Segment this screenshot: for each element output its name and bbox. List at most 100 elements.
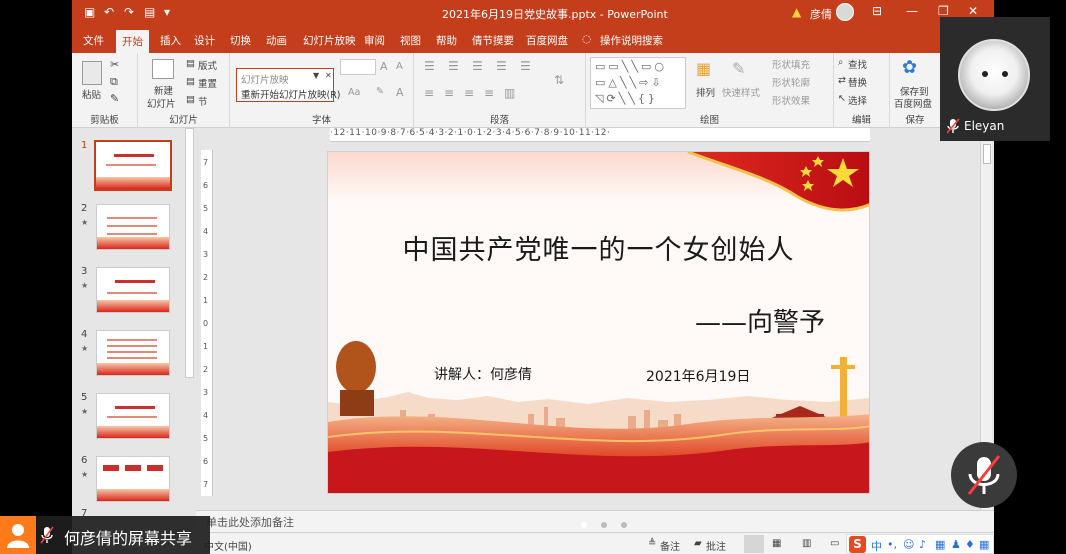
save-icon[interactable]: ▣ bbox=[84, 5, 95, 19]
voice-icon[interactable]: ♪ bbox=[919, 538, 926, 551]
dropdown-arrow-icon[interactable]: ▼ bbox=[313, 71, 319, 80]
font-color-icon[interactable]: A bbox=[396, 86, 404, 99]
baidu-netdisk-icon[interactable]: ✿ bbox=[902, 57, 917, 78]
replace-button[interactable]: 替换 bbox=[848, 75, 867, 89]
new-slide-icon[interactable] bbox=[152, 59, 174, 79]
arrange-button[interactable]: 排列 bbox=[696, 85, 715, 99]
increase-font-icon[interactable]: A bbox=[380, 60, 388, 73]
slide-thumbnail-5[interactable] bbox=[96, 393, 170, 439]
find-icon[interactable]: ⌕ bbox=[838, 57, 843, 68]
notes-pane[interactable]: 单击此处添加备注 bbox=[196, 510, 994, 532]
user-avatar[interactable] bbox=[836, 3, 854, 21]
save-to-label-2[interactable]: 百度网盘 bbox=[894, 96, 932, 110]
comments-icon[interactable]: ▰ bbox=[694, 538, 702, 549]
punctuation-icon[interactable]: •, bbox=[887, 538, 897, 551]
slide-title[interactable]: 中国共产党唯一的一个女创始人 bbox=[328, 228, 869, 267]
tab-animations[interactable]: 动画 bbox=[266, 33, 287, 48]
toolbox-icon[interactable]: ▦ bbox=[979, 538, 989, 551]
arrange-icon[interactable]: ▦ bbox=[696, 59, 711, 78]
tab-file[interactable]: 文件 bbox=[83, 33, 104, 48]
slide-date[interactable]: 2021年6月19日 bbox=[646, 366, 750, 386]
close-icon[interactable]: ✕ bbox=[968, 4, 978, 18]
align-center-icon[interactable]: ≡ bbox=[444, 86, 454, 100]
undo-icon[interactable]: ↶ bbox=[104, 5, 114, 19]
ime-mode[interactable]: 中 bbox=[871, 538, 882, 554]
slide-thumbnail-6[interactable] bbox=[96, 456, 170, 502]
shapes-row-1[interactable]: ▭▭╲╲▭○ bbox=[595, 60, 667, 73]
reading-view-icon[interactable]: ▥ bbox=[802, 538, 811, 549]
tell-me-search[interactable]: 操作说明搜索 bbox=[600, 33, 663, 48]
tab-home[interactable]: 开始 bbox=[116, 30, 149, 53]
notes-icon[interactable]: ≜ bbox=[648, 538, 656, 549]
new-slide-label-2[interactable]: 幻灯片 bbox=[147, 96, 176, 110]
tab-insert[interactable]: 插入 bbox=[160, 33, 181, 48]
font-size-box[interactable] bbox=[340, 59, 376, 75]
layout-icon[interactable]: ▤ bbox=[186, 58, 195, 69]
shape-effects-button[interactable]: 形状效果 bbox=[772, 93, 810, 107]
tab-view[interactable]: 视图 bbox=[400, 33, 421, 48]
section-button[interactable]: 节 bbox=[198, 94, 208, 108]
shape-fill-button[interactable]: 形状填充 bbox=[772, 57, 810, 71]
shapes-row-2[interactable]: ▭△╲╲⇨⇩ bbox=[595, 76, 664, 89]
align-left-icon[interactable]: ≡ bbox=[424, 86, 434, 100]
slide-thumbnail-4[interactable] bbox=[96, 330, 170, 376]
slideshow-view-icon[interactable]: ▭ bbox=[830, 538, 839, 549]
start-slideshow-icon[interactable]: ▤ bbox=[144, 5, 155, 19]
keyboard-icon[interactable]: ▦ bbox=[935, 538, 945, 551]
skin-icon[interactable]: ♦ bbox=[965, 538, 975, 551]
justify-icon[interactable]: ≡ bbox=[484, 86, 494, 100]
reset-icon[interactable]: ▤ bbox=[186, 76, 195, 87]
restart-slideshow-item[interactable]: 重新开始幻灯片放映(R) bbox=[241, 87, 341, 101]
slide-presenter[interactable]: 讲解人：何彦倩 bbox=[434, 364, 532, 384]
tab-summary[interactable]: 倩节摸要 bbox=[472, 33, 514, 48]
paste-icon[interactable] bbox=[82, 61, 102, 85]
align-right-icon[interactable]: ≡ bbox=[464, 86, 474, 100]
notes-button[interactable]: 备注 bbox=[660, 538, 680, 553]
tab-slideshow[interactable]: 幻灯片放映 bbox=[303, 33, 356, 48]
slide-thumbnail-3[interactable] bbox=[96, 267, 170, 313]
slide-subtitle[interactable]: ——向警予 bbox=[695, 302, 825, 339]
dropdown-close-icon[interactable]: ✕ bbox=[325, 71, 332, 80]
select-icon[interactable]: ↖ bbox=[838, 93, 846, 104]
tab-design[interactable]: 设计 bbox=[194, 33, 215, 48]
paste-label[interactable]: 粘贴 bbox=[82, 87, 101, 101]
select-button[interactable]: 选择 bbox=[848, 93, 867, 107]
replace-icon[interactable]: ⇄ bbox=[838, 75, 846, 86]
layout-button[interactable]: 版式 bbox=[198, 58, 217, 72]
find-button[interactable]: 查找 bbox=[848, 57, 867, 71]
decrease-font-icon[interactable]: A bbox=[396, 61, 403, 72]
highlight-icon[interactable]: ✎ bbox=[376, 86, 384, 97]
comments-button[interactable]: 批注 bbox=[706, 538, 726, 553]
slide-sorter-icon[interactable]: ▦ bbox=[772, 538, 781, 549]
restore-icon[interactable]: ❐ bbox=[938, 4, 949, 18]
language-indicator[interactable]: 中文(中国) bbox=[204, 538, 252, 553]
user-icon[interactable]: ♟ bbox=[951, 538, 961, 551]
tab-transitions[interactable]: 切换 bbox=[230, 33, 251, 48]
tab-help[interactable]: 帮助 bbox=[436, 33, 457, 48]
numbering-icon[interactable]: ☰ bbox=[448, 59, 459, 73]
emoji-icon[interactable]: ☺ bbox=[903, 538, 914, 551]
minimize-icon[interactable]: — bbox=[906, 4, 918, 18]
reset-button[interactable]: 重置 bbox=[198, 76, 217, 90]
participant-video-tile[interactable]: Eleyan bbox=[940, 17, 1050, 141]
tab-review[interactable]: 审阅 bbox=[364, 33, 385, 48]
increase-indent-icon[interactable]: ☰ bbox=[496, 59, 507, 73]
slideshow-dropdown[interactable]: 幻灯片放映 ▼ ✕ 重新开始幻灯片放映(R) bbox=[236, 68, 341, 102]
new-slide-label-1[interactable]: 新建 bbox=[154, 83, 173, 97]
sogou-logo-icon[interactable]: S bbox=[849, 536, 866, 553]
shape-outline-button[interactable]: 形状轮廓 bbox=[772, 75, 810, 89]
section-icon[interactable]: ▤ bbox=[186, 94, 195, 105]
thumbnail-scrollbar[interactable] bbox=[185, 128, 194, 378]
redo-icon[interactable]: ↷ bbox=[124, 5, 134, 19]
change-case-icon[interactable]: Aa bbox=[348, 87, 360, 98]
slide-thumbnail-2[interactable] bbox=[96, 204, 170, 250]
input-method-toolbar[interactable]: S 中 •, ☺ ♪ ▦ ♟ ♦ ▦ bbox=[846, 534, 994, 554]
text-direction-icon[interactable]: ⇅ bbox=[554, 73, 564, 87]
user-name[interactable]: 彦倩 bbox=[810, 6, 832, 22]
line-spacing-icon[interactable]: ☰ bbox=[520, 59, 531, 73]
copy-icon[interactable]: ⧉ bbox=[110, 75, 118, 89]
columns-icon[interactable]: ▥ bbox=[504, 86, 515, 100]
format-painter-icon[interactable]: ✎ bbox=[110, 92, 119, 105]
ribbon-display-options-icon[interactable]: ⊟ bbox=[872, 4, 882, 18]
shapes-row-3[interactable]: ◹⟳╲╲{} bbox=[595, 92, 658, 105]
